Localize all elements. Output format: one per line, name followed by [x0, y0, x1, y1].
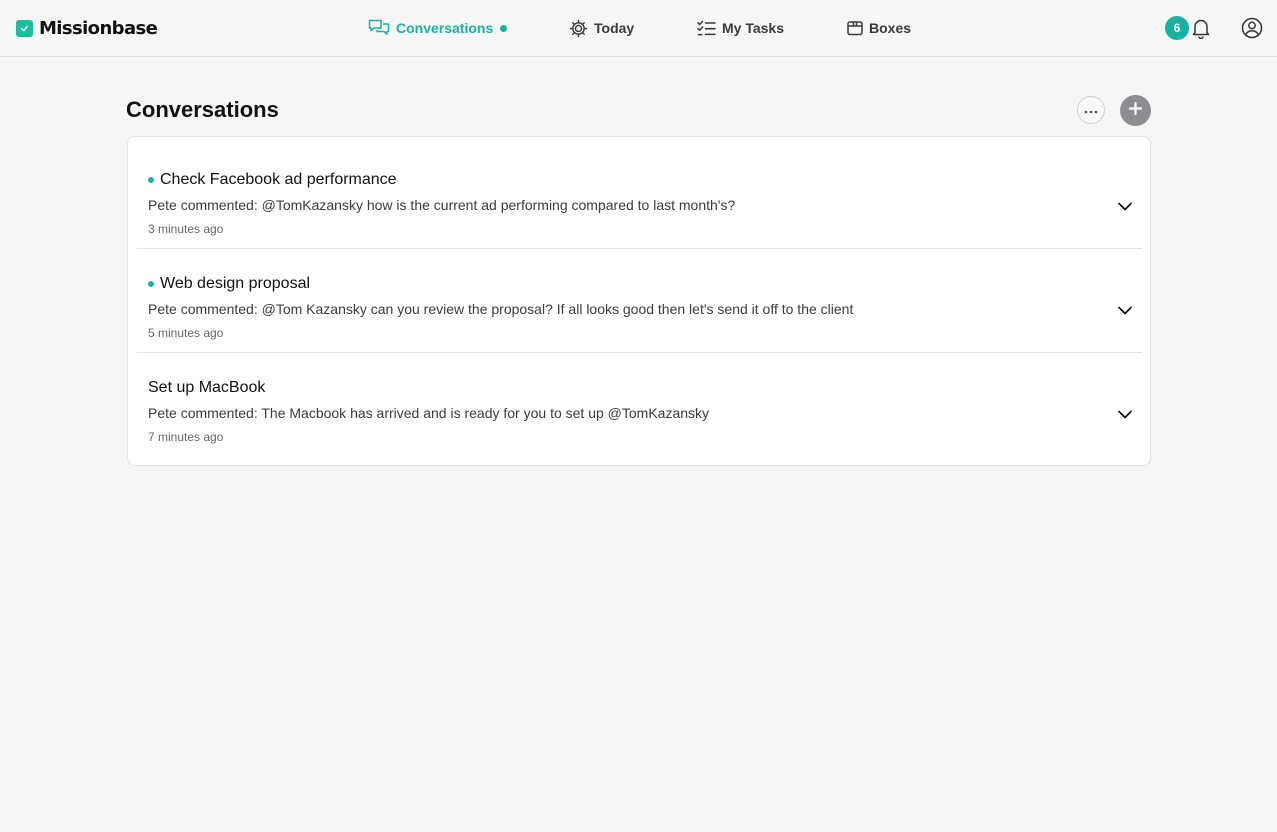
conversation-title: Check Facebook ad performance [160, 171, 397, 188]
page-title: Conversations [126, 97, 279, 122]
more-options-button[interactable] [1077, 96, 1105, 124]
conversation-item[interactable]: Web design proposal Pete commented: @Tom… [137, 249, 1142, 353]
checklist-icon [697, 20, 716, 37]
nav-today-label: Today [594, 20, 635, 36]
chat-bubbles-icon [368, 18, 390, 38]
top-navigation-bar: Missionbase Conversations Today My Tasks… [0, 0, 1277, 57]
conversation-item[interactable]: Check Facebook ad performance Pete comme… [137, 145, 1142, 249]
notification-count-badge[interactable]: 6 [1165, 16, 1189, 40]
conversation-item[interactable]: Set up MacBook Pete commented: The Macbo… [137, 353, 1142, 457]
chevron-down-icon[interactable] [1118, 302, 1132, 320]
user-account-icon[interactable] [1241, 17, 1263, 44]
nav-boxes[interactable]: Boxes [847, 17, 911, 39]
conversation-timestamp: 5 minutes ago [148, 326, 224, 340]
nav-boxes-label: Boxes [869, 20, 912, 36]
conversation-timestamp: 3 minutes ago [148, 222, 224, 236]
conversation-comment: Pete commented: @TomKazansky how is the … [148, 197, 736, 213]
add-conversation-button[interactable] [1120, 95, 1151, 126]
unread-dot [148, 281, 154, 287]
conversation-timestamp: 7 minutes ago [148, 430, 224, 444]
brand-name: Missionbase [39, 17, 158, 39]
bell-icon[interactable] [1191, 17, 1211, 44]
conversation-title-row: Check Facebook ad performance [148, 171, 397, 189]
conversation-title: Web design proposal [160, 275, 311, 292]
nav-conversations[interactable]: Conversations [368, 17, 508, 39]
logo-check-icon [16, 19, 33, 37]
sun-icon [569, 19, 588, 38]
nav-conversations-label: Conversations [396, 20, 494, 36]
nav-today[interactable]: Today [569, 17, 634, 39]
conversation-title: Set up MacBook [148, 379, 266, 396]
brand-logo[interactable]: Missionbase [16, 17, 158, 39]
conversation-list: Check Facebook ad performance Pete comme… [127, 136, 1151, 466]
nav-my-tasks-label: My Tasks [722, 20, 784, 36]
unread-dot [148, 177, 154, 183]
conversation-title-row: Set up MacBook [148, 379, 265, 397]
chevron-down-icon[interactable] [1118, 406, 1132, 424]
chevron-down-icon[interactable] [1118, 198, 1132, 216]
conversation-comment: Pete commented: The Macbook has arrived … [148, 405, 710, 421]
conversation-title-row: Web design proposal [148, 275, 310, 293]
ellipsis-icon [1084, 101, 1098, 119]
conversation-comment: Pete commented: @Tom Kazansky can you re… [148, 301, 854, 317]
unread-indicator-dot [500, 24, 508, 32]
plus-icon [1128, 101, 1143, 120]
nav-my-tasks[interactable]: My Tasks [697, 17, 784, 39]
box-icon [847, 20, 863, 36]
